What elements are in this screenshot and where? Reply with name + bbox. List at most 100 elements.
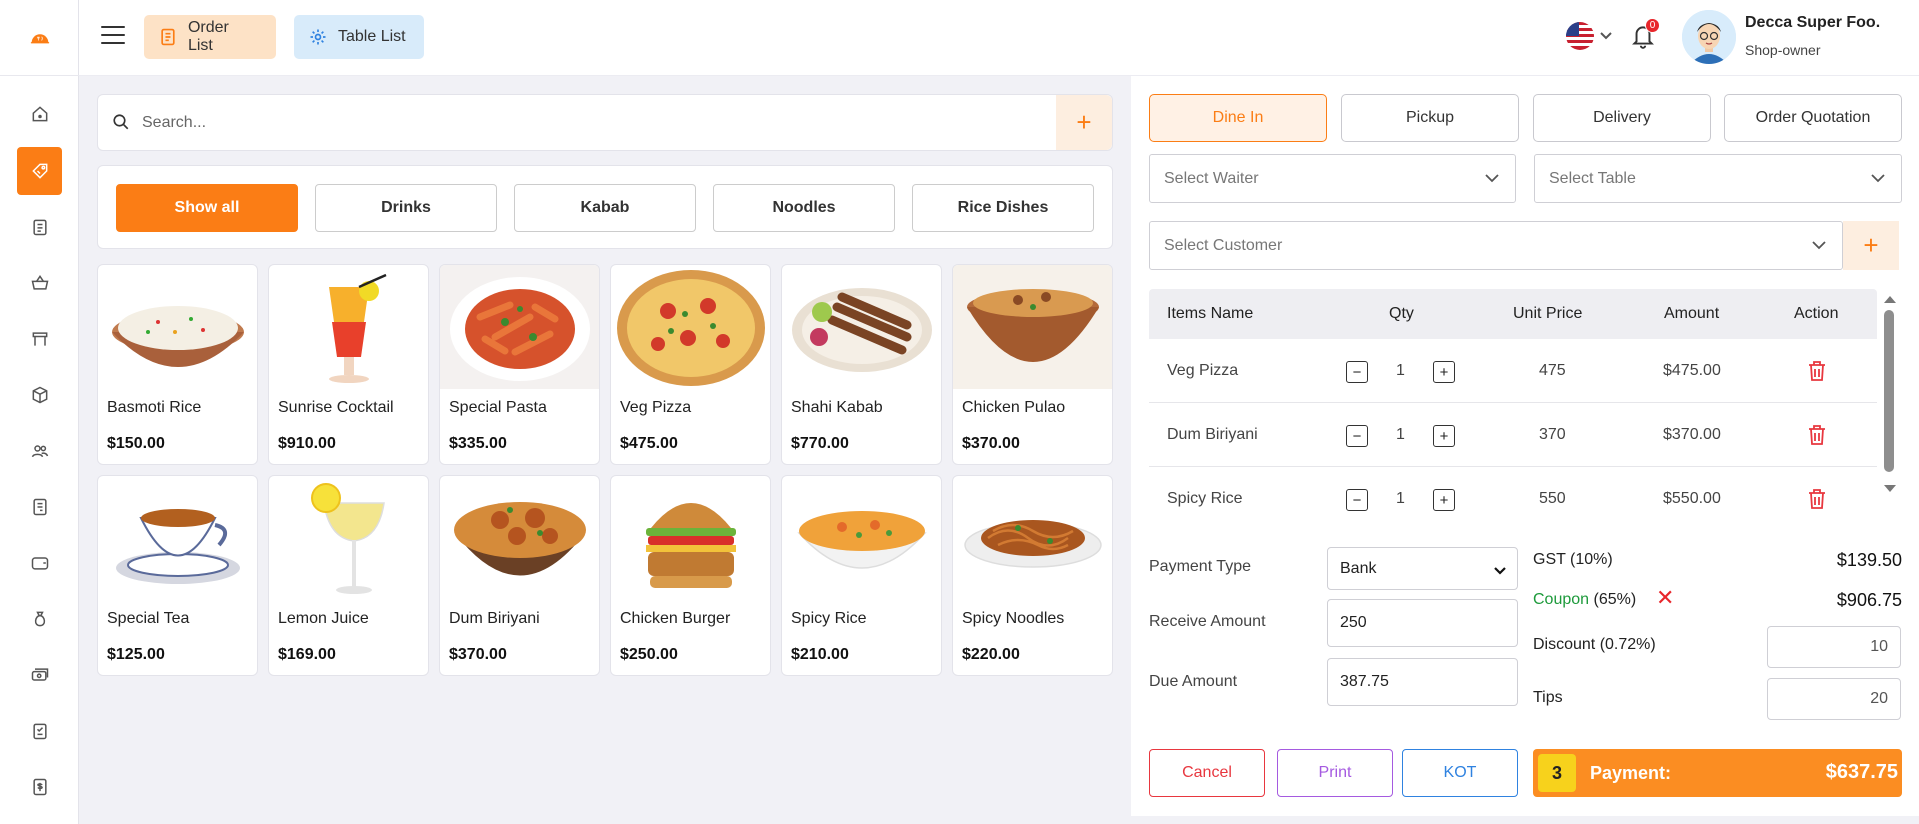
top-header: Order List Table List 0 Decca Super Foo.… (79, 0, 1919, 76)
product-price: $475.00 (620, 435, 678, 452)
sidebar (0, 0, 79, 824)
nav-users[interactable] (17, 427, 62, 475)
pasta-plate-image-icon (449, 277, 590, 381)
add-customer-button[interactable]: + (1843, 221, 1899, 270)
product-card-veg-pizza[interactable]: Veg Pizza $475.00 (610, 264, 771, 465)
nav-money-bag[interactable] (17, 595, 62, 643)
print-button[interactable]: Print (1277, 749, 1393, 797)
nav-tasks[interactable] (17, 707, 62, 755)
category-show-all[interactable]: Show all (116, 184, 298, 232)
product-image (269, 265, 428, 389)
tab-order-quotation[interactable]: Order Quotation (1724, 94, 1902, 142)
brand-logo[interactable] (0, 0, 79, 76)
clipboard-icon (32, 219, 47, 236)
qty-decrement-button[interactable]: − (1346, 489, 1368, 511)
add-product-button[interactable]: + (1056, 95, 1112, 150)
product-image (440, 265, 599, 389)
product-name: Lemon Juice (278, 610, 369, 627)
cancel-button[interactable]: Cancel (1149, 749, 1265, 797)
category-drinks[interactable]: Drinks (315, 184, 497, 232)
nav-products[interactable] (17, 371, 62, 419)
table-row: Spicy Rice − 1 + 550 $550.00 (1149, 467, 1877, 531)
column-unit-price: Unit Price (1513, 305, 1583, 322)
cash-icon (31, 668, 48, 681)
qty-increment-button[interactable]: + (1433, 425, 1455, 447)
product-card-chicken-burger[interactable]: Chicken Burger $250.00 (610, 475, 771, 676)
product-card-basmoti-rice[interactable]: Basmoti Rice $150.00 (97, 264, 258, 465)
item-unit-price: 475 (1539, 362, 1566, 379)
menu-toggle-button[interactable] (101, 26, 125, 46)
column-amount: Amount (1664, 305, 1720, 322)
kabab-plate-image-icon (791, 288, 932, 372)
payment-type-select[interactable]: Bank (1327, 547, 1518, 590)
product-card-lemon-juice[interactable]: Lemon Juice $169.00 (268, 475, 429, 676)
product-image (611, 476, 770, 600)
category-rice-dishes[interactable]: Rice Dishes (912, 184, 1094, 232)
discount-input[interactable]: 10 (1767, 626, 1901, 668)
trash-icon[interactable] (1807, 360, 1827, 387)
qty-decrement-button[interactable]: − (1346, 361, 1368, 383)
trash-icon[interactable] (1807, 424, 1827, 451)
tab-delivery[interactable]: Delivery (1533, 94, 1711, 142)
trash-icon[interactable] (1807, 488, 1827, 515)
kot-button[interactable]: KOT (1402, 749, 1518, 797)
qty-increment-button[interactable]: + (1433, 361, 1455, 383)
product-card-chicken-pulao[interactable]: Chicken Pulao $370.00 (952, 264, 1113, 465)
product-card-spicy-rice[interactable]: Spicy Rice $210.00 (781, 475, 942, 676)
product-card-shahi-kabab[interactable]: Shahi Kabab $770.00 (781, 264, 942, 465)
search-input[interactable] (142, 105, 1042, 141)
remove-coupon-close-icon[interactable]: ✕ (1656, 587, 1674, 609)
notification-button[interactable]: 0 (1630, 18, 1660, 52)
scrollbar-thumb[interactable] (1884, 310, 1894, 472)
category-noodles[interactable]: Noodles (713, 184, 895, 232)
tab-dine-in[interactable]: Dine In (1149, 94, 1327, 142)
customer-select[interactable]: Select Customer (1149, 221, 1843, 270)
product-card-sunrise-cocktail[interactable]: Sunrise Cocktail $910.00 (268, 264, 429, 465)
language-chevron-down-icon[interactable] (1599, 28, 1613, 46)
due-amount-input[interactable]: 387.75 (1327, 658, 1518, 706)
table-list-button[interactable]: Table List (294, 15, 424, 59)
nav-home[interactable] (17, 90, 62, 138)
us-flag-icon[interactable] (1566, 22, 1594, 50)
waiter-select[interactable]: Select Waiter (1149, 154, 1516, 203)
cocktail-glass-image-icon (328, 273, 387, 383)
lemon-glass-image-icon (310, 483, 385, 594)
nav-basket[interactable] (17, 259, 62, 307)
product-card-special-tea[interactable]: Special Tea $125.00 (97, 475, 258, 676)
notification-count-badge: 0 (1645, 18, 1660, 33)
payment-button[interactable]: 3 Payment: $637.75 (1533, 749, 1902, 797)
nav-store[interactable] (17, 315, 62, 363)
coupon-percentage: (65%) (1589, 591, 1637, 608)
product-card-dum-biriyani[interactable]: Dum Biriyani $370.00 (439, 475, 600, 676)
hamburger-line (101, 26, 125, 28)
table-select[interactable]: Select Table (1534, 154, 1902, 203)
money-bag-icon (34, 611, 45, 627)
nav-wallet[interactable] (17, 539, 62, 587)
tips-input[interactable]: 20 (1767, 678, 1901, 720)
discount-label: Discount (0.72%) (1533, 636, 1656, 653)
tea-cup-image-icon (115, 509, 240, 584)
product-price: $250.00 (620, 646, 678, 663)
box-icon (32, 386, 47, 404)
order-list-button[interactable]: Order List (144, 15, 276, 59)
gst-label: GST (10%) (1533, 551, 1613, 568)
product-name: Chicken Burger (620, 610, 731, 627)
avatar[interactable] (1682, 10, 1736, 64)
nav-billing[interactable] (17, 763, 62, 811)
pulao-bowl-image-icon (966, 289, 1099, 362)
tab-pickup[interactable]: Pickup (1341, 94, 1519, 142)
spicy-rice-bowl-image-icon (796, 511, 927, 569)
qty-increment-button[interactable]: + (1433, 489, 1455, 511)
receive-amount-input[interactable]: 250 (1327, 599, 1518, 647)
nav-cash[interactable] (17, 651, 62, 699)
item-amount: $475.00 (1663, 362, 1721, 379)
home-icon (32, 106, 47, 122)
nav-orders[interactable] (17, 203, 62, 251)
qty-decrement-button[interactable]: − (1346, 425, 1368, 447)
nav-reports[interactable] (17, 483, 62, 531)
product-card-spicy-noodles[interactable]: Spicy Noodles $220.00 (952, 475, 1113, 676)
nav-pos[interactable] (17, 147, 62, 195)
category-kabab[interactable]: Kabab (514, 184, 696, 232)
table-row: Dum Biriyani − 1 + 370 $370.00 (1149, 403, 1877, 467)
product-card-special-pasta[interactable]: Special Pasta $335.00 (439, 264, 600, 465)
